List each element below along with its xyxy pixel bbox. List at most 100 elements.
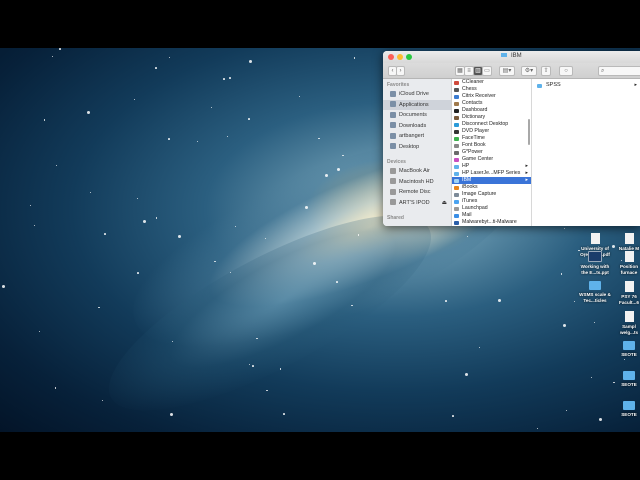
list-item[interactable]: iTunes [452, 198, 531, 205]
star [168, 57, 170, 59]
scrollbar[interactable] [528, 119, 530, 145]
desktop-file[interactable]: Position furnace [616, 251, 640, 275]
list-item[interactable]: HP ▸ [452, 163, 531, 170]
sidebar-item-macintosh-hd[interactable]: Macintosh HD [383, 177, 451, 188]
list-item[interactable]: CCleaner [452, 79, 531, 86]
app-icon [454, 108, 459, 113]
sidebar-item-macbook-air[interactable]: MacBook Air [383, 166, 451, 177]
cloud-icon [390, 90, 396, 97]
star [565, 410, 567, 412]
eject-icon[interactable]: ⏏ [442, 198, 447, 209]
star [43, 119, 46, 121]
pdf-icon [590, 233, 600, 244]
folder-icon [454, 164, 459, 169]
star [2, 284, 6, 288]
star [226, 135, 228, 137]
disk-icon [390, 178, 396, 185]
star [562, 323, 566, 327]
action-gear-icon[interactable]: ⚙▾ [521, 66, 537, 76]
list-item[interactable]: G*Power [452, 149, 531, 156]
sidebar-item-remote-disc[interactable]: Remote Disc [383, 187, 451, 198]
sidebar-item-ipod[interactable]: ART'S IPOD ⏏ [383, 198, 451, 209]
chevron-right-icon: ▸ [525, 170, 528, 176]
folder-icon [623, 371, 635, 380]
list-item[interactable]: Launchpad [452, 205, 531, 212]
star [87, 110, 91, 114]
sidebar-item-documents[interactable]: Documents [383, 110, 451, 121]
star [223, 78, 225, 80]
star [101, 399, 103, 401]
star [104, 233, 106, 235]
list-item[interactable]: Game Center [452, 156, 531, 163]
sidebar-item-desktop[interactable]: Desktop [383, 142, 451, 153]
star [214, 260, 216, 263]
star [353, 57, 356, 59]
desktop-file[interactable]: Sampl welg...ts [616, 311, 640, 335]
folder-icon [501, 53, 508, 57]
sidebar-item-applications[interactable]: Applications [383, 99, 451, 110]
star [56, 164, 58, 166]
list-item[interactable]: FaceTime [452, 135, 531, 142]
list-item[interactable]: Font Book [452, 142, 531, 149]
folder-icon [589, 281, 601, 290]
desktop-file[interactable]: PSY 76 Facult...6 [616, 281, 640, 305]
list-item[interactable]: Contacts [452, 100, 531, 107]
list-item[interactable]: Dashboard [452, 107, 531, 114]
desktop-icons: University of Oreg....od.pdf Natalie M W… [576, 48, 640, 432]
app-icon [454, 157, 459, 162]
app-icon [454, 122, 459, 127]
desktop-file[interactable]: Working with the E...ts.ppt [578, 251, 612, 275]
star [54, 387, 57, 389]
star [342, 154, 344, 157]
app-icon [454, 94, 459, 99]
list-item[interactable]: DVD Player [452, 128, 531, 135]
list-item[interactable]: Mail [452, 212, 531, 219]
star [357, 234, 360, 236]
list-item[interactable]: Chess [452, 86, 531, 93]
list-item[interactable]: iBooks [452, 184, 531, 191]
star [178, 234, 182, 238]
star [168, 138, 170, 140]
list-item[interactable]: Dictionary [452, 114, 531, 121]
app-icon [454, 150, 459, 155]
app-icon [454, 213, 459, 218]
star [283, 413, 285, 415]
document-icon [624, 311, 634, 322]
sidebar-item-artbangert[interactable]: artbangert [383, 131, 451, 142]
list-item-selected[interactable]: IBM ▸ [452, 177, 531, 184]
star [318, 137, 320, 140]
chevron-right-icon: ▸ [525, 163, 528, 169]
desktop-icon [390, 143, 396, 150]
list-item[interactable]: Image Capture [452, 191, 531, 198]
sidebar-item-icloud-drive[interactable]: iCloud Drive [383, 89, 451, 100]
star [452, 415, 454, 417]
sidebar-item-downloads[interactable]: Downloads [383, 121, 451, 132]
app-icon [454, 199, 459, 204]
folder-icon [454, 178, 459, 183]
list-item[interactable]: Malwarebyt...ti-Malware [452, 219, 531, 226]
desktop-folder[interactable]: SEOTE [616, 341, 640, 358]
devices-heading: Devices [387, 159, 406, 165]
list-item[interactable]: HP LaserJe...MFP Series ▸ [452, 170, 531, 177]
star [336, 281, 338, 283]
laptop-icon [390, 167, 396, 174]
desktop-folder[interactable]: SEOTE [616, 401, 640, 418]
cover-flow-button[interactable]: ▭ [482, 66, 492, 76]
desktop-folder[interactable]: WSMS scale & Tec...ticles [578, 281, 612, 303]
chevron-right-icon: ▸ [525, 177, 528, 183]
desktop-folder[interactable]: SEOTE [616, 371, 640, 388]
share-icon[interactable]: ⇧ [541, 66, 551, 76]
applications-icon [390, 101, 396, 108]
arrange-button[interactable]: ▤▾ [499, 66, 515, 76]
star [59, 48, 61, 50]
list-item[interactable]: Disconnect Desktop [452, 121, 531, 128]
forward-button[interactable]: › [396, 66, 405, 76]
star [98, 306, 100, 309]
star [137, 272, 139, 274]
star [248, 363, 250, 365]
star [38, 331, 40, 333]
star [30, 205, 32, 207]
tags-button[interactable]: ○ [559, 66, 573, 76]
list-item[interactable]: Citrix Receiver [452, 93, 531, 100]
desktop-file[interactable]: Natalie M [616, 233, 640, 252]
